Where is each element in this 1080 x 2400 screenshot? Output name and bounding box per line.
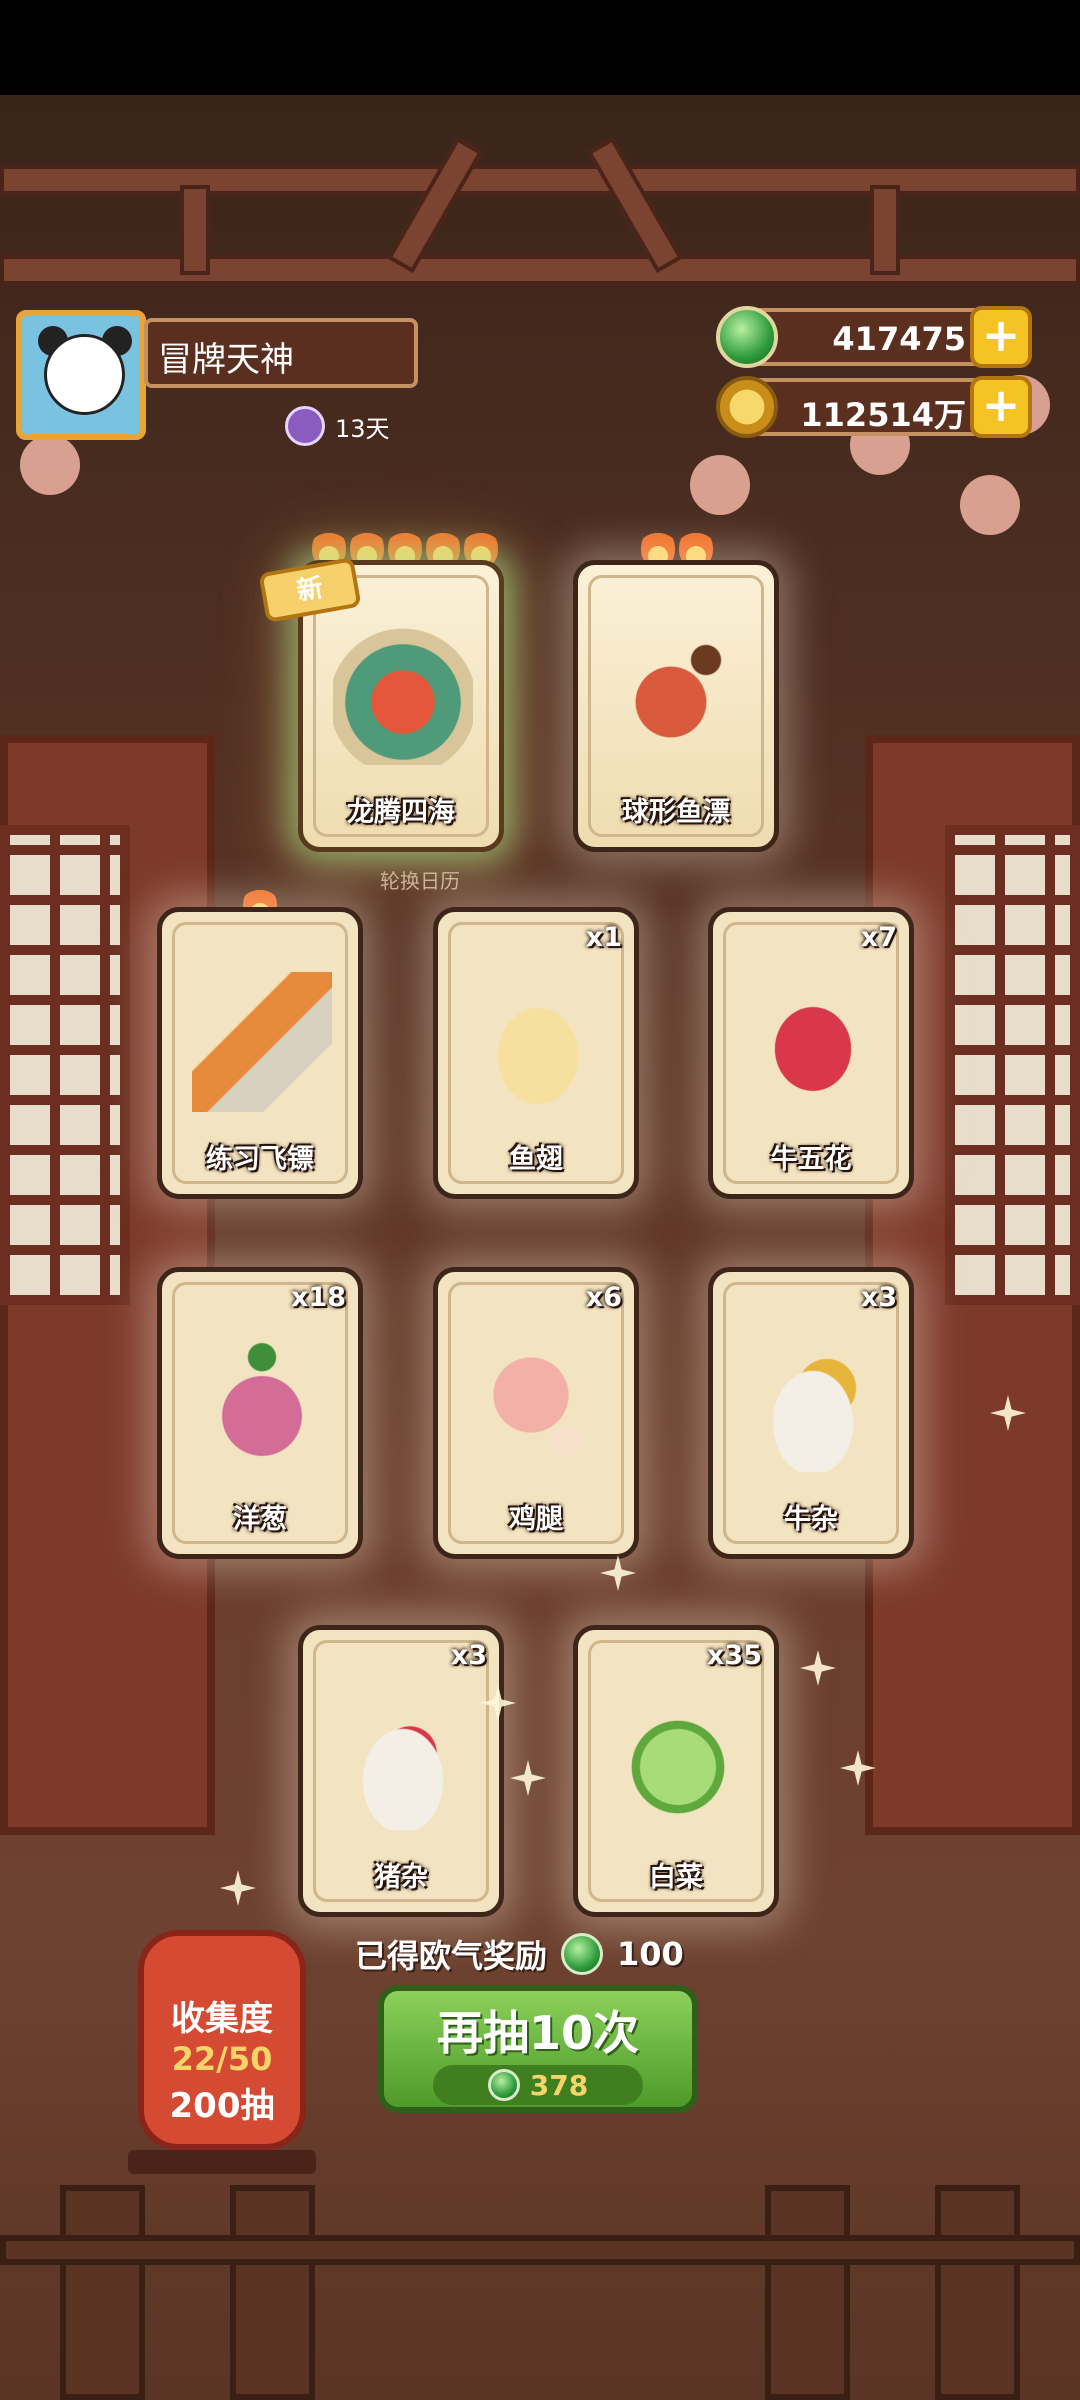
roof-post	[870, 185, 900, 275]
item-count: x3	[450, 1640, 487, 1671]
blossom-decoration	[690, 455, 750, 515]
pork-offal-icon	[333, 1690, 473, 1830]
item-card[interactable]: 练习飞镖	[157, 907, 363, 1199]
card-name: 鸡腿	[509, 1504, 563, 1535]
item-card[interactable]: x35 白菜	[573, 1625, 779, 1917]
roof-post	[180, 185, 210, 275]
dart-icon	[192, 972, 332, 1112]
shark-fin-icon	[468, 972, 608, 1112]
beef-offal-icon	[743, 1332, 883, 1472]
add-coin-button[interactable]: +	[970, 376, 1032, 438]
fence-post	[765, 2185, 850, 2400]
chicken-leg-icon	[468, 1332, 608, 1472]
jade-icon	[561, 1933, 604, 1975]
jade-icon	[716, 306, 778, 368]
player-avatar[interactable]	[16, 310, 146, 440]
days-text: 13天	[335, 414, 390, 443]
coin-icon	[716, 376, 778, 438]
fishing-float-icon	[608, 625, 748, 765]
right-window	[945, 825, 1080, 1305]
reward-label: 已得欧气奖励	[355, 1937, 548, 1975]
item-count: x6	[585, 1282, 622, 1313]
item-card[interactable]: x18 洋葱	[157, 1267, 363, 1559]
card-name: 牛杂	[784, 1504, 838, 1535]
cabbage-icon	[608, 1690, 748, 1830]
fence-rail	[0, 2235, 1080, 2265]
roof-beam	[0, 255, 1080, 285]
draw-10-button[interactable]: 再抽10次 378	[378, 1985, 698, 2113]
collection-lantern[interactable]: 收集度 22/50 200抽	[138, 1930, 306, 2150]
luck-reward: 已得欧气奖励 100	[355, 1930, 684, 1978]
roof-rafter	[587, 136, 683, 274]
reward-amount: 100	[617, 1935, 684, 1973]
beef-brisket-icon	[743, 972, 883, 1112]
panda-face-icon	[44, 334, 125, 415]
blossom-decoration	[20, 435, 80, 495]
days-indicator[interactable]: 13天	[285, 403, 390, 449]
item-card[interactable]: x1 鱼翅	[433, 907, 639, 1199]
item-count: x1	[585, 922, 622, 953]
roof-rafter	[387, 136, 483, 274]
item-card[interactable]: x3 猪杂	[298, 1625, 504, 1917]
blossom-decoration	[960, 475, 1020, 535]
onion-icon	[192, 1332, 332, 1472]
draw-label: 再抽10次	[436, 2006, 639, 2060]
jade-amount: 417475	[832, 320, 966, 358]
left-window	[0, 825, 130, 1305]
status-bar	[0, 0, 1080, 95]
rotation-calendar-label: 轮换日历	[380, 869, 460, 893]
jade-currency: 417475 +	[716, 306, 1032, 368]
collection-progress: 22/50	[171, 2040, 273, 2078]
draw-cost: 378	[433, 2065, 643, 2105]
card-name: 鱼翅	[509, 1144, 563, 1175]
roof-beam	[0, 165, 1080, 195]
lantern-stand	[128, 2150, 316, 2174]
item-count: x35	[707, 1640, 762, 1671]
coin-amount: 112514万	[800, 396, 966, 434]
collection-draws: 200抽	[169, 2086, 275, 2126]
item-card[interactable]: x3 牛杂	[708, 1267, 914, 1559]
item-card[interactable]: x6 鸡腿	[433, 1267, 639, 1559]
draw-cost-value: 378	[529, 2068, 589, 2102]
card-name: 练习飞镖	[206, 1144, 314, 1175]
card-name: 猪杂	[374, 1862, 428, 1893]
item-card[interactable]: x7 牛五花	[708, 907, 914, 1199]
coin-currency: 112514万 +	[716, 376, 1032, 438]
fence-post	[230, 2185, 315, 2400]
featured-card[interactable]: 球形鱼漂	[573, 560, 779, 852]
card-name: 球形鱼漂	[622, 797, 730, 828]
item-count: x18	[291, 1282, 346, 1313]
character-icon	[285, 406, 325, 446]
card-name: 白菜	[649, 1862, 703, 1893]
card-name: 洋葱	[233, 1504, 287, 1535]
collection-title: 收集度	[171, 1999, 273, 2039]
add-jade-button[interactable]: +	[970, 306, 1032, 368]
card-name: 牛五花	[770, 1144, 852, 1175]
fence-post	[60, 2185, 145, 2400]
lobster-feast-icon	[333, 625, 473, 765]
card-name: 龙腾四海	[347, 797, 455, 828]
fence-post	[935, 2185, 1020, 2400]
item-count: x3	[860, 1282, 897, 1313]
jade-icon	[487, 2069, 520, 2101]
item-count: x7	[860, 922, 897, 953]
player-name: 冒牌天神	[144, 318, 418, 388]
